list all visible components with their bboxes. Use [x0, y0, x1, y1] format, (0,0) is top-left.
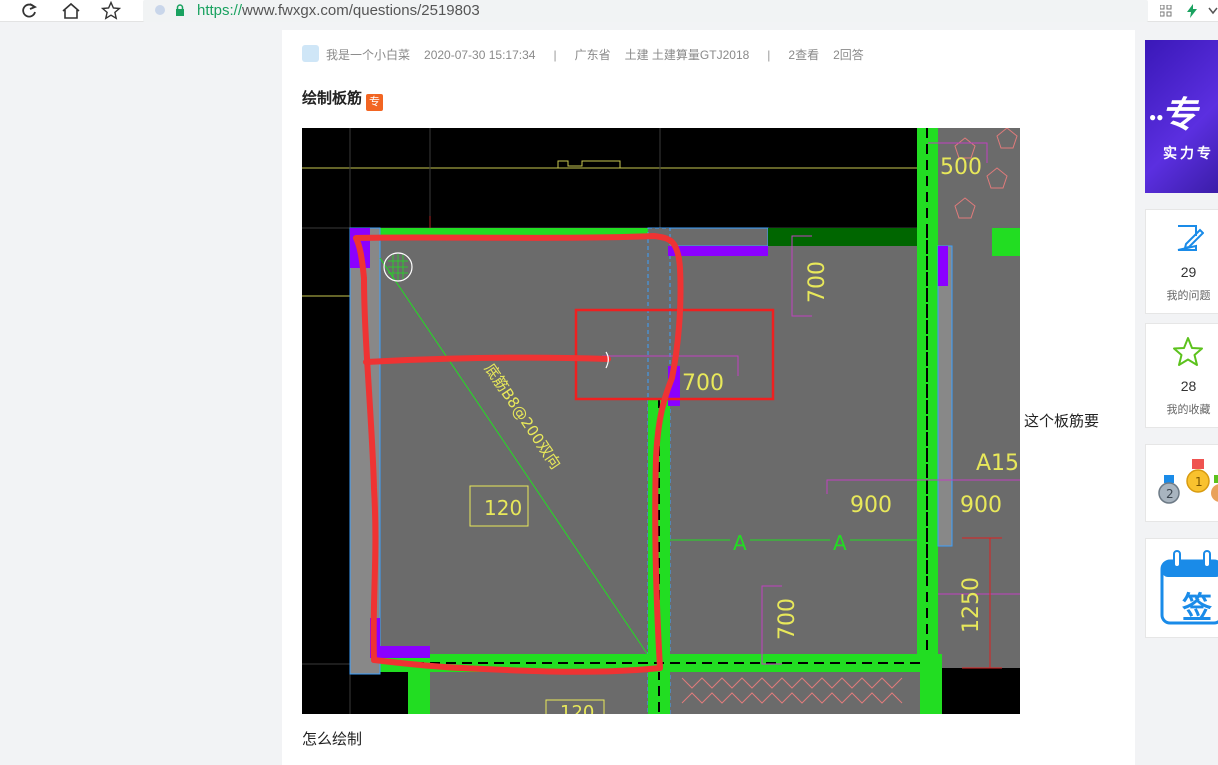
bookmark-star-icon[interactable] — [100, 0, 122, 22]
dim-label: 700 — [805, 261, 830, 303]
question-meta: 我是一个小白菜 2020-07-30 15:17:34 | 广东省 土建 土建算量GTJ… — [302, 45, 864, 66]
dim-label: 700 — [682, 371, 724, 396]
my-questions-count: 29 — [1180, 264, 1197, 280]
question-body-text: 怎么绘制 — [302, 731, 363, 748]
pro-tag-badge: 专 — [366, 94, 384, 111]
browser-toolbar: https://www.fwxgx.com/questions/2519803 — [0, 0, 1218, 22]
axis-label: A — [833, 531, 847, 555]
star-icon — [1173, 337, 1203, 366]
lock-icon — [176, 4, 184, 16]
question-title: 绘制板筋专 — [302, 87, 384, 111]
my-questions-label: 我的问题 — [1166, 290, 1211, 302]
meta-divider: | — [553, 47, 557, 62]
dim-label: 1250 — [959, 577, 984, 633]
axis-label: A — [733, 531, 747, 555]
svg-text:2: 2 — [1166, 487, 1174, 501]
home-icon[interactable] — [60, 0, 82, 22]
sign-in-label: 签 — [1182, 592, 1212, 625]
apps-grid-icon[interactable] — [1159, 2, 1172, 20]
site-info-icon[interactable] — [155, 5, 165, 15]
url-text[interactable]: https://www.fwxgx.com/questions/2519803 — [197, 2, 480, 20]
address-bar[interactable]: https://www.fwxgx.com/questions/2519803 — [143, 0, 1148, 22]
banner-big-text: 专 — [1161, 94, 1198, 135]
promo-banner[interactable]: ●● 专 实力专 — [1145, 40, 1218, 193]
chevron-down-icon[interactable] — [1208, 2, 1218, 18]
cad-screenshot-image[interactable]: 500 700 700 A15 900 900 A A 120 700 1250… — [302, 128, 1020, 714]
post-datetime: 2020-07-30 15:17:34 — [424, 47, 536, 62]
dim-label: 500 — [940, 155, 982, 180]
sign-in-widget[interactable]: 签 — [1145, 538, 1218, 638]
question-card: 我是一个小白菜 2020-07-30 15:17:34 | 广东省 土建 土建算量GTJ… — [282, 30, 1135, 765]
cad-drawing: 500 700 700 A15 900 900 A A 120 700 1250… — [302, 128, 1020, 714]
question-body-side-text: 这个板筋要 — [1024, 413, 1100, 430]
my-questions-widget[interactable]: 29 我的问题 — [1145, 209, 1218, 314]
medals-widget[interactable]: 2 1 — [1145, 444, 1218, 522]
dim-label: 700 — [775, 598, 800, 640]
svg-text:1: 1 — [1195, 475, 1203, 489]
edit-note-icon — [1177, 225, 1204, 251]
dim-label: 900 — [850, 493, 892, 518]
lightning-icon[interactable] — [1186, 2, 1198, 21]
avatar[interactable] — [302, 45, 319, 62]
my-favorites-count: 28 — [1180, 378, 1197, 394]
dim-label: A15 — [976, 451, 1019, 476]
view-count: 2查看 — [788, 48, 820, 62]
slab-thickness-label: 120 — [560, 702, 594, 714]
slab-thickness-label: 120 — [484, 496, 522, 520]
author-name[interactable]: 我是一个小白菜 — [326, 48, 410, 62]
province: 广东省 — [574, 48, 611, 62]
banner-small-text: 实力专 — [1163, 145, 1214, 161]
dim-label: 900 — [960, 493, 1002, 518]
reload-icon[interactable] — [18, 0, 40, 22]
my-favorites-widget[interactable]: 28 我的收藏 — [1145, 323, 1218, 428]
category-path[interactable]: 土建 土建算量GTJ2018 — [625, 48, 750, 62]
meta-divider: | — [767, 47, 771, 62]
medals-icon: 2 1 — [1158, 459, 1218, 504]
my-favorites-label: 我的收藏 — [1166, 404, 1211, 416]
answer-count: 2回答 — [833, 48, 864, 62]
